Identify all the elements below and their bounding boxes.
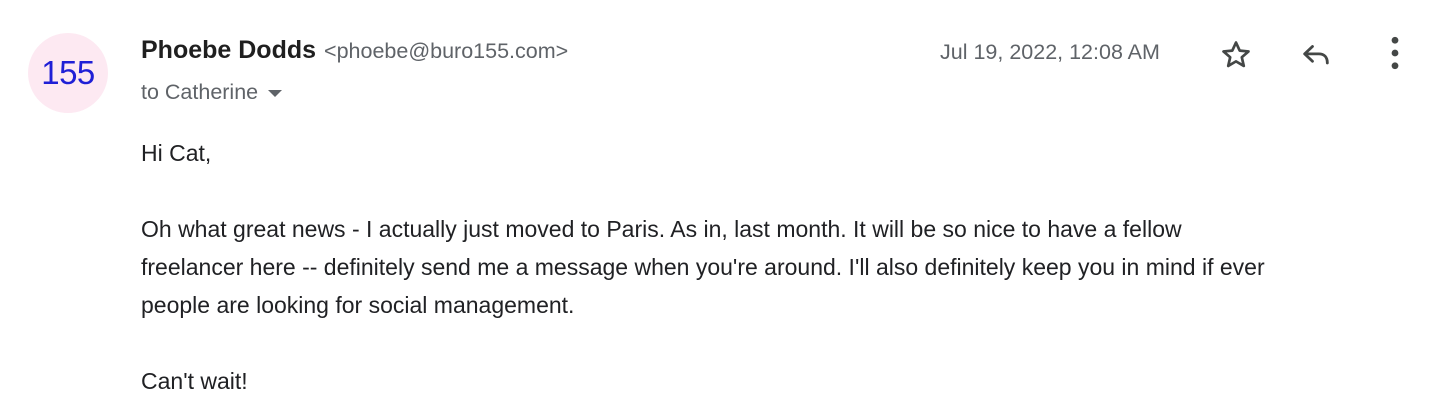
vertical-dots-icon [1391,36,1399,70]
star-button[interactable] [1216,35,1256,75]
recipient-label: to Catherine [141,80,259,104]
email-message: 155 Phoebe Dodds <phoebe@buro155.com> to… [0,0,1446,418]
sender-line: Phoebe Dodds <phoebe@buro155.com> [141,36,568,65]
recipient-details-toggle[interactable]: to Catherine [141,80,283,105]
body-line-3: people are looking for social management… [141,292,575,318]
reply-button[interactable] [1296,35,1336,75]
avatar-text: 155 [41,54,95,91]
sender-email: <phoebe@buro155.com> [324,39,569,63]
more-options-button[interactable] [1375,33,1415,73]
dropdown-arrow-icon[interactable] [268,90,283,97]
body-line-1: Oh what great news - I actually just mov… [141,216,1182,242]
message-body: Hi Cat, Oh what great news - I actually … [141,134,1431,400]
body-line-2: freelancer here -- definitely send me a … [141,254,1265,280]
greeting-text: Hi Cat, [141,140,212,166]
closing-text: Can't wait! [141,368,248,394]
sender-name[interactable]: Phoebe Dodds [141,36,316,65]
reply-arrow-icon [1303,45,1329,65]
sender-avatar[interactable]: 155 [28,33,108,113]
message-timestamp: Jul 19, 2022, 12:08 AM [940,40,1160,64]
star-outline-icon [1222,41,1250,68]
